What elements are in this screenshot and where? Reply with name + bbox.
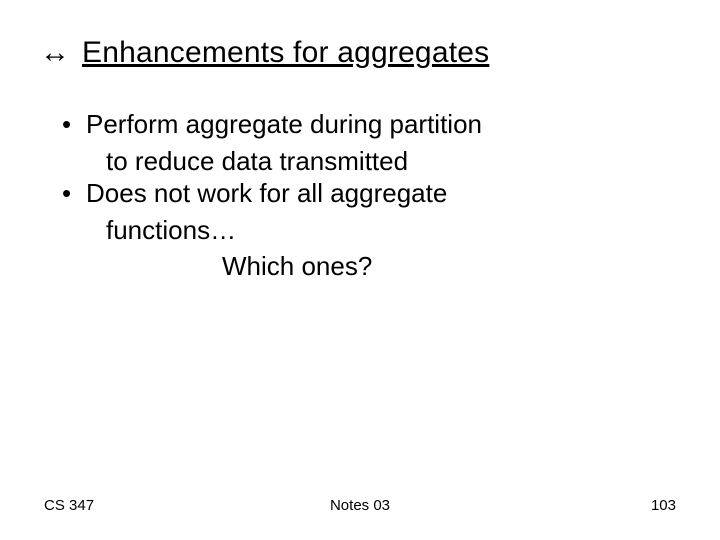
slide: ↔ Enhancements for aggregates • Perform … [0, 0, 720, 540]
bullet-icon: • [62, 177, 86, 210]
footer: CS 347 Notes 03 103 [0, 497, 720, 514]
slide-title: ↔ Enhancements for aggregates [40, 36, 489, 70]
footer-center: Notes 03 [330, 497, 390, 514]
list-item: • Does not work for all aggregate [62, 177, 622, 210]
double-arrow-icon: ↔ [40, 36, 70, 70]
bullet-text: Does not work for all aggregate [86, 177, 622, 210]
footer-right: 103 [651, 497, 676, 514]
title-text: Enhancements for aggregates [82, 36, 489, 70]
bullet-icon: • [62, 108, 86, 141]
question-text: Which ones? [62, 250, 622, 283]
bullet-text: Perform aggregate during partition [86, 108, 622, 141]
footer-left: CS 347 [44, 497, 94, 514]
list-item: • Perform aggregate during partition [62, 108, 622, 141]
body: • Perform aggregate during partition to … [62, 108, 622, 283]
bullet-continuation: functions… [62, 214, 622, 247]
bullet-continuation: to reduce data transmitted [62, 145, 622, 178]
